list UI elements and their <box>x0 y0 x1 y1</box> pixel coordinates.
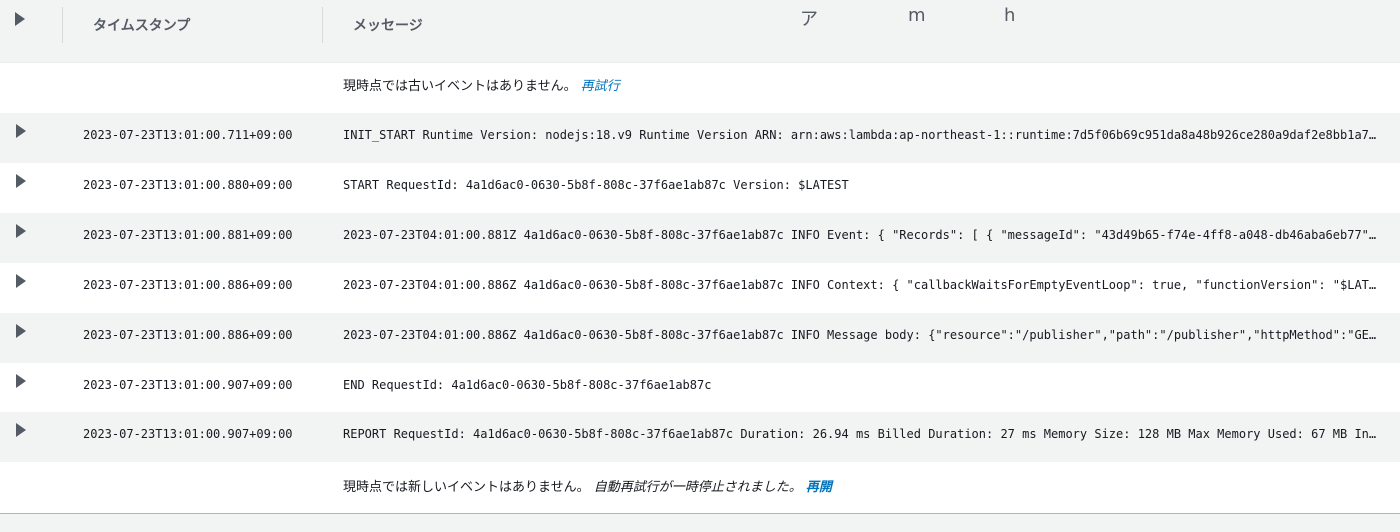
event-timestamp: 2023-07-23T13:01:00.907+09:00 <box>83 427 293 441</box>
event-timestamp: 2023-07-23T13:01:00.907+09:00 <box>83 378 293 392</box>
log-event-row[interactable]: 2023-07-23T13:01:00.907+09:00 END Reques… <box>0 363 1400 413</box>
retry-link[interactable]: 再試行 <box>581 79 620 94</box>
floating-char: h <box>1004 5 1016 26</box>
event-timestamp: 2023-07-23T13:01:00.886+09:00 <box>83 328 293 342</box>
triangle-right-icon[interactable] <box>14 173 28 189</box>
older-events-notice-row: 現時点では古いイベントはありません。 再試行 <box>0 63 1400 113</box>
event-message: 2023-07-23T04:01:00.886Z 4a1d6ac0-0630-5… <box>343 278 1383 292</box>
table-footer <box>0 514 1400 532</box>
log-event-row[interactable]: 2023-07-23T13:01:00.886+09:00 2023-07-23… <box>0 263 1400 313</box>
expand-all-icon[interactable] <box>13 11 27 27</box>
triangle-right-icon[interactable] <box>14 273 28 289</box>
log-event-row[interactable]: 2023-07-23T13:01:00.880+09:00 START Requ… <box>0 163 1400 213</box>
older-events-notice: 現時点では古いイベントはありません。 再試行 <box>343 75 620 94</box>
log-event-row[interactable]: 2023-07-23T13:01:00.907+09:00 REPORT Req… <box>0 412 1400 462</box>
triangle-right-icon[interactable] <box>14 323 28 339</box>
auto-retry-paused-text: 自動再試行が一時停止されました。 <box>593 480 802 495</box>
newer-events-notice-row: 現時点では新しいイベントはありません。 自動再試行が一時停止されました。 再開 <box>0 462 1400 513</box>
column-divider[interactable] <box>62 7 63 43</box>
event-message: 2023-07-23T04:01:00.881Z 4a1d6ac0-0630-5… <box>343 228 1383 242</box>
triangle-right-icon[interactable] <box>14 373 28 389</box>
triangle-right-icon[interactable] <box>14 123 28 139</box>
event-message: REPORT RequestId: 4a1d6ac0-0630-5b8f-808… <box>343 427 1383 441</box>
message-column-header[interactable]: メッセージ <box>353 15 423 35</box>
column-divider[interactable] <box>322 7 323 43</box>
log-event-row[interactable]: 2023-07-23T13:01:00.711+09:00 INIT_START… <box>0 113 1400 163</box>
newer-events-text: 現時点では新しいイベントはありません。 <box>343 480 590 495</box>
timestamp-column-header[interactable]: タイムスタンプ <box>93 15 190 35</box>
event-timestamp: 2023-07-23T13:01:00.711+09:00 <box>83 128 293 142</box>
floating-char: ア <box>800 9 818 30</box>
event-timestamp: 2023-07-23T13:01:00.886+09:00 <box>83 278 293 292</box>
floating-char: m <box>908 5 926 26</box>
event-message: END RequestId: 4a1d6ac0-0630-5b8f-808c-3… <box>343 378 712 392</box>
event-message: START RequestId: 4a1d6ac0-0630-5b8f-808c… <box>343 178 849 192</box>
triangle-right-icon[interactable] <box>14 223 28 239</box>
log-table-header: タイムスタンプ メッセージ ア m h <box>0 0 1400 63</box>
triangle-right-icon[interactable] <box>14 422 28 438</box>
newer-events-notice: 現時点では新しいイベントはありません。 自動再試行が一時停止されました。 再開 <box>343 476 832 495</box>
log-event-row[interactable]: 2023-07-23T13:01:00.886+09:00 2023-07-23… <box>0 313 1400 363</box>
log-event-row[interactable]: 2023-07-23T13:01:00.881+09:00 2023-07-23… <box>0 213 1400 263</box>
event-message: INIT_START Runtime Version: nodejs:18.v9… <box>343 128 1383 142</box>
resume-link[interactable]: 再開 <box>806 480 832 495</box>
event-timestamp: 2023-07-23T13:01:00.881+09:00 <box>83 228 293 242</box>
event-timestamp: 2023-07-23T13:01:00.880+09:00 <box>83 178 293 192</box>
event-message: 2023-07-23T04:01:00.886Z 4a1d6ac0-0630-5… <box>343 328 1383 342</box>
older-events-text: 現時点では古いイベントはありません。 <box>343 79 577 94</box>
